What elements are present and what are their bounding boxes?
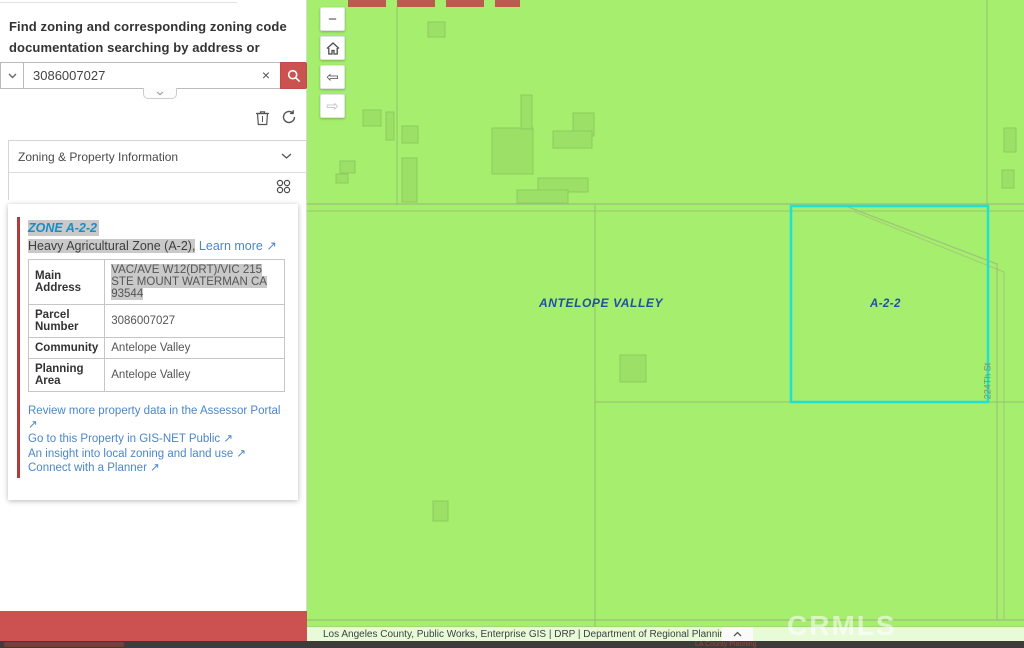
zone-result-card: ZONE A-2-2 Heavy Agricultural Zone (A-2)… xyxy=(8,204,298,500)
zoning-info-title: Zoning & Property Information xyxy=(18,150,178,164)
gisnet-public-link[interactable]: Go to this Property in GIS-NET Public ↗ xyxy=(28,433,288,447)
sidebar-panel: Find zoning and corresponding zoning cod… xyxy=(0,0,307,612)
row-value: VAC/AVE W12(DRT)/VIC 215 STE MOUNT WATER… xyxy=(111,264,267,300)
zone-title: ZONE A-2-2 xyxy=(28,220,99,236)
chevron-down-icon xyxy=(8,73,17,79)
next-extent-button[interactable]: ⇨ xyxy=(320,94,345,118)
divider xyxy=(0,2,237,3)
attribution-collapse-button[interactable] xyxy=(722,627,753,641)
row-label: Community xyxy=(29,338,105,359)
red-dashed-boundary xyxy=(348,0,520,7)
zone-accent-block: ZONE A-2-2 Heavy Agricultural Zone (A-2)… xyxy=(17,217,288,478)
road-lines xyxy=(307,204,1024,627)
back-arrow-icon: ⇦ xyxy=(326,70,339,85)
grid-dots-icon[interactable] xyxy=(275,178,292,195)
crmls-watermark: CRMLS xyxy=(787,610,897,642)
map-geometry xyxy=(307,0,1024,648)
trash-icon xyxy=(255,109,270,126)
street-label: 224Th St xyxy=(982,363,992,400)
row-label: Main Address xyxy=(29,260,105,305)
home-icon xyxy=(326,42,340,55)
bottom-edge-strip: LA County Planning xyxy=(0,641,1024,648)
property-table: Main Address VAC/AVE W12(DRT)/VIC 215 ST… xyxy=(28,259,285,392)
row-label: Planning Area xyxy=(29,359,105,392)
table-row: Community Antelope Valley xyxy=(29,338,285,359)
clipped-footer-text: LA County Planning xyxy=(695,641,757,648)
chevron-down-icon xyxy=(281,153,292,160)
row-value: 3086007027 xyxy=(105,305,285,338)
row-value: Antelope Valley xyxy=(105,338,285,359)
clear-search-button[interactable]: × xyxy=(258,67,274,83)
search-button[interactable] xyxy=(280,62,307,89)
chevron-down-icon xyxy=(156,91,164,96)
attribution-bar: Los Angeles County, Public Works, Enterp… xyxy=(307,627,1024,641)
learn-more-link[interactable]: Learn more ↗ xyxy=(199,239,277,253)
related-links: Review more property data in the Assesso… xyxy=(28,405,288,476)
zoning-insight-link[interactable]: An insight into local zoning and land us… xyxy=(28,448,288,462)
parcel-lines xyxy=(397,0,1024,641)
search-input-wrap: × xyxy=(24,62,280,89)
assessor-portal-link[interactable]: Review more property data in the Assesso… xyxy=(28,405,288,432)
clipped-logo xyxy=(4,642,124,647)
search-input[interactable] xyxy=(24,63,280,88)
search-bar: × xyxy=(0,62,307,89)
home-extent-button[interactable] xyxy=(320,36,345,60)
zone-label: A-2-2 xyxy=(870,298,901,310)
search-icon xyxy=(287,69,301,83)
result-toolbar xyxy=(253,108,298,126)
connect-planner-link[interactable]: Connect with a Planner ↗ xyxy=(28,462,288,476)
zone-title-line: ZONE A-2-2 xyxy=(28,219,288,237)
table-row: Planning Area Antelope Valley xyxy=(29,359,285,392)
zone-subtitle-line: Heavy Agricultural Zone (A-2), Learn mor… xyxy=(28,238,288,253)
table-row: Main Address VAC/AVE W12(DRT)/VIC 215 ST… xyxy=(29,260,285,305)
zoning-info-panel: Zoning & Property Information xyxy=(8,140,307,200)
zoom-out-button[interactable]: − xyxy=(320,7,345,31)
delete-results-button[interactable] xyxy=(253,108,271,126)
sidebar-footer-bar xyxy=(0,611,307,641)
map-canvas[interactable]: ANTELOPE VALLEY A-2-2 224Th St − ⇦ ⇨ CRM… xyxy=(307,0,1024,648)
table-row: Parcel Number 3086007027 xyxy=(29,305,285,338)
row-label: Parcel Number xyxy=(29,305,105,338)
refresh-button[interactable] xyxy=(280,108,298,126)
map-toolbar: − ⇦ ⇨ xyxy=(320,7,345,118)
panel-collapse-tab[interactable] xyxy=(143,88,177,99)
previous-extent-button[interactable]: ⇦ xyxy=(320,65,345,89)
zoning-info-header[interactable]: Zoning & Property Information xyxy=(9,141,306,173)
chevron-up-icon xyxy=(733,631,742,637)
region-label: ANTELOPE VALLEY xyxy=(539,296,663,310)
info-icon-row xyxy=(9,173,306,200)
row-value: Antelope Valley xyxy=(105,359,285,392)
forward-arrow-icon: ⇨ xyxy=(326,99,339,114)
refresh-icon xyxy=(281,109,297,125)
search-type-dropdown[interactable] xyxy=(0,62,24,89)
attribution-text: Los Angeles County, Public Works, Enterp… xyxy=(307,629,731,640)
gis-zoning-app: Find zoning and corresponding zoning cod… xyxy=(0,0,1024,648)
zone-subtitle: Heavy Agricultural Zone (A-2), xyxy=(28,239,195,253)
building-footprints xyxy=(336,22,1016,521)
